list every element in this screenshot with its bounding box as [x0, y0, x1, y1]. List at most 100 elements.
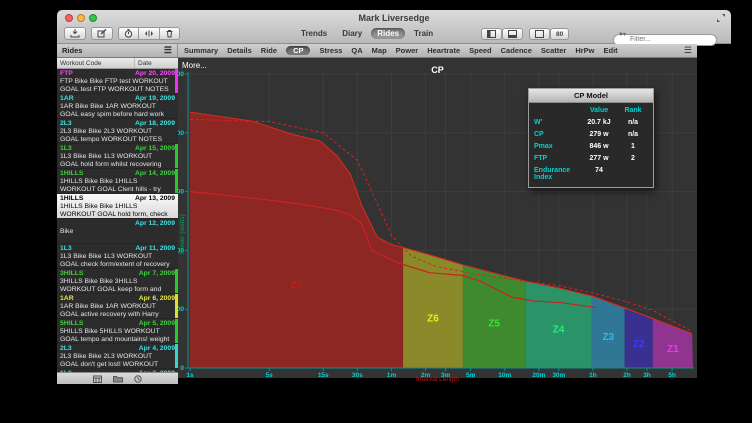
close-window-button[interactable] — [65, 14, 73, 22]
ride-date: Apr 20, 2009 — [135, 70, 175, 78]
ride-date: Apr 11, 2009 — [135, 245, 175, 253]
svg-text:Z3: Z3 — [602, 332, 614, 343]
manual-entry-button[interactable] — [91, 27, 113, 40]
split-ride-button[interactable] — [139, 27, 160, 40]
ride-row[interactable]: 2L3Apr 4, 20092L3 Bike Bike 2L3 WORKOUTG… — [57, 344, 178, 369]
chart-tab-stress[interactable]: Stress — [319, 46, 342, 55]
chart-tab-edit[interactable]: Edit — [604, 46, 618, 55]
ride-row[interactable]: 1ARApr 19, 20091AR Bike Bike 1AR WORKOUT… — [57, 94, 178, 119]
cp-model-row-label: Pmax — [534, 143, 580, 150]
ride-row[interactable]: 1HILLSApr 14, 20091HILLS Bike Bike 1HILL… — [57, 169, 178, 194]
column-workout-code[interactable]: Workout Code — [57, 58, 135, 68]
chart-tab-ride[interactable]: Ride — [261, 46, 277, 55]
rides-sidebar: Workout Code Date FTP Apr 20, 2009FTP Bik… — [57, 58, 178, 384]
cp-model-row-label: W' — [534, 119, 580, 126]
svg-text:Z6: Z6 — [427, 313, 439, 324]
cp-model-corner — [534, 107, 580, 114]
ride-date: Apr 5, 2009 — [139, 320, 175, 328]
cp-chart: Z7Z6Z5Z4Z3Z2Z11s5s15s30s1m2m3m5m10m20m30… — [178, 58, 697, 378]
chart-tab-heartrate[interactable]: Heartrate — [427, 46, 460, 55]
clock-icon[interactable] — [134, 375, 142, 383]
ride-row[interactable]: 3HILLSApr 7, 20093HILLS Bike Bike 3HILLS… — [57, 269, 178, 294]
ride-row[interactable]: 1ARApr 6, 20091AR Bike Bike 1AR WORKOUTG… — [57, 294, 178, 319]
cp-model-row-rank — [618, 167, 648, 181]
sidebar-title: Rides — [62, 46, 82, 55]
ride-row[interactable]: 2L3Apr 18, 20092L3 Bike Bike 2L3 WORKOUT… — [57, 119, 178, 144]
sidebar-menu-icon[interactable]: ☰ — [164, 46, 172, 55]
chart-tab-details[interactable]: Details — [227, 46, 252, 55]
tab-trends[interactable]: Trends — [295, 28, 333, 39]
svg-text:Z4: Z4 — [553, 324, 565, 335]
ride-code: 1AR — [60, 295, 74, 303]
svg-text:Z5: Z5 — [488, 319, 500, 330]
chart-tab-cadence[interactable]: Cadence — [501, 46, 532, 55]
ride-row[interactable]: 1L3Apr 11, 20091L3 Bike Bike 1L3 WORKOUT… — [57, 244, 178, 269]
app-window: Mark Liversedge — [57, 10, 731, 384]
chart-tab-power[interactable]: Power — [396, 46, 419, 55]
lowbar-toggle-icon — [508, 30, 517, 38]
minimize-window-button[interactable] — [77, 14, 85, 22]
tiled-view-button[interactable]: 80 — [550, 28, 569, 40]
cp-model-row-label: FTP — [534, 155, 580, 162]
chart-tab-map[interactable]: Map — [372, 46, 387, 55]
window-chrome: Mark Liversedge — [57, 10, 731, 44]
chart-menu-icon[interactable]: ☰ — [684, 46, 692, 55]
ride-description: WORKOUT GOAL Clent hills - try — [60, 186, 175, 194]
fullscreen-icon[interactable] — [716, 13, 726, 23]
cp-model-row-rank: 1 — [618, 143, 648, 150]
chart-tab-cp[interactable]: CP — [286, 46, 310, 55]
chart-tab-hrpw[interactable]: HrPw — [575, 46, 594, 55]
view-style-group: 80 — [529, 28, 569, 40]
ride-date: Apr 13, 2009 — [135, 195, 175, 203]
sidebar-toggle-button[interactable] — [481, 28, 502, 40]
chart-tab-qa[interactable]: QA — [351, 46, 362, 55]
ride-description: 1L3 Bike Bike 1L3 WORKOUT — [60, 153, 175, 161]
tabbed-view-button[interactable] — [529, 28, 550, 40]
chart-tab-speed[interactable]: Speed — [469, 46, 492, 55]
window-title: Mark Liversedge — [57, 13, 731, 23]
ride-date: Apr 19, 2009 — [135, 95, 175, 103]
stopwatch-icon — [124, 29, 133, 38]
cp-model-row-label: Endurance Index — [534, 167, 580, 181]
delete-ride-button[interactable] — [160, 27, 180, 40]
ride-row[interactable]: Apr 12, 2009Bike — [57, 219, 178, 244]
ride-row[interactable]: FTP Apr 20, 2009FTP Bike Bike FTP test WO… — [57, 69, 178, 94]
ride-description: Bike — [60, 228, 175, 236]
filter-funnel-icon[interactable]: ▼▾ — [618, 31, 625, 38]
svg-text:0: 0 — [180, 365, 184, 372]
ride-date: Apr 7, 2009 — [139, 270, 175, 278]
ride-date: Apr 4, 2009 — [139, 345, 175, 353]
ride-code: FTP — [60, 70, 73, 78]
tab-rides[interactable]: Rides — [371, 28, 405, 39]
calendar-icon[interactable] — [93, 375, 102, 383]
folder-icon[interactable] — [113, 375, 123, 383]
lowbar-toggle-button[interactable] — [502, 28, 523, 40]
import-ride-button[interactable] — [64, 27, 86, 40]
cp-model-row-label: CP — [534, 131, 580, 138]
cp-model-grid: ValueRankW'20.7 kJn/aCP279 wn/aPmax846 w… — [529, 103, 653, 187]
tab-diary[interactable]: Diary — [336, 28, 368, 39]
y-axis-title: Power (watts) — [179, 214, 186, 254]
svg-text:800: 800 — [178, 130, 184, 137]
cp-model-row-value: 846 w — [580, 143, 618, 150]
tab-train[interactable]: Train — [408, 28, 439, 39]
ride-description: 1AR Bike Bike 1AR WORKOUT — [60, 103, 175, 111]
ride-list-columns: Workout Code Date — [57, 58, 178, 69]
zoom-window-button[interactable] — [89, 14, 97, 22]
chart-tab-summary[interactable]: Summary — [184, 46, 218, 55]
ride-description: 1HILLS Bike Bike 1HILLS — [60, 203, 175, 211]
stopwatch-button[interactable] — [118, 27, 139, 40]
ride-description: FTP Bike Bike FTP test WORKOUT — [60, 78, 175, 86]
chart-tab-scatter[interactable]: Scatter — [541, 46, 566, 55]
ride-code: 1L3 — [60, 245, 72, 253]
ride-row[interactable]: 1HILLS Apr 13, 20091HILLS Bike Bike 1HILL… — [57, 194, 178, 219]
ride-description: WORKOUT GOAL hold form, check — [60, 211, 175, 219]
ride-row[interactable]: 1L3Apr 15, 20091L3 Bike Bike 1L3 WORKOUT… — [57, 144, 178, 169]
ride-date: Apr 18, 2009 — [135, 120, 175, 128]
ride-description: GOAL easy spim before hard work — [60, 111, 175, 119]
main-tabs: TrendsDiaryRidesTrain — [295, 28, 439, 39]
ride-row[interactable]: 5HILLSApr 5, 20095HILLS Bike 5HILLS WORK… — [57, 319, 178, 344]
column-date[interactable]: Date — [135, 60, 178, 67]
manual-entry-icon — [97, 29, 107, 38]
ride-code: 1HILLS — [60, 195, 83, 203]
